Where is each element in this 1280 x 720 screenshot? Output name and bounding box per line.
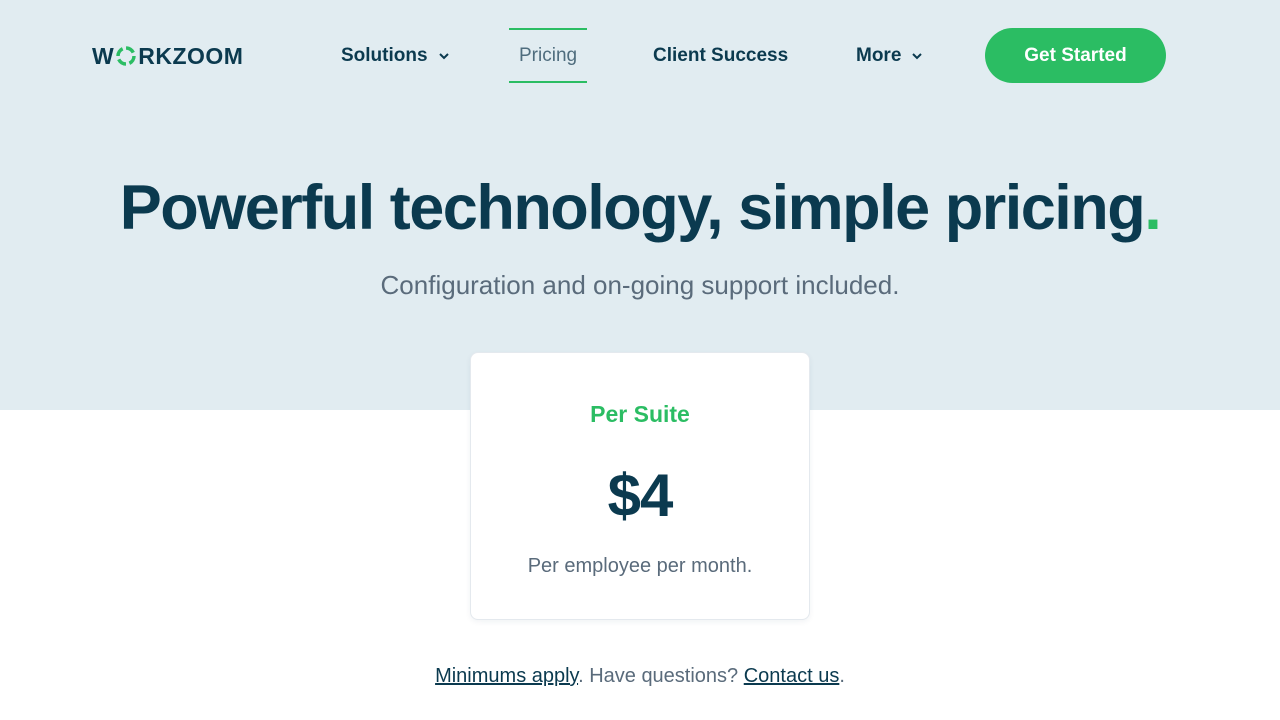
nav-pricing[interactable]: Pricing xyxy=(509,28,588,83)
nav-more-label: More xyxy=(856,44,902,66)
page-title: Powerful technology, simple pricing. xyxy=(0,172,1280,244)
contact-us-link[interactable]: Contact us xyxy=(744,665,840,687)
logo-text: RKZOOM xyxy=(138,42,244,69)
page-title-text: Powerful technology, simple pricing xyxy=(119,173,1146,243)
nav-client-success[interactable]: Client Success xyxy=(653,28,788,83)
pricing-footnote: Minimums apply. Have questions? Contact … xyxy=(0,665,1280,688)
pricing-card-note: Per employee per month. xyxy=(527,555,753,577)
pricing-card: Per Suite $4 Per employee per month. xyxy=(470,352,810,620)
nav-more[interactable]: More xyxy=(856,28,923,83)
footnote-period: . xyxy=(839,665,845,687)
page-subtitle: Configuration and on-going support inclu… xyxy=(380,270,900,300)
site-header: W RKZOOM Solutions Pricing Client Succes… xyxy=(0,0,1280,110)
pricing-card-title: Per Suite xyxy=(590,401,690,427)
get-started-button[interactable]: Get Started xyxy=(985,28,1166,83)
chevron-down-icon xyxy=(912,52,923,59)
footnote-text: . Have questions? xyxy=(578,665,744,687)
title-accent-dot: . xyxy=(1144,173,1162,243)
logo-letter: W xyxy=(92,42,115,69)
nav-solutions[interactable]: Solutions xyxy=(341,28,450,83)
nav-solutions-label: Solutions xyxy=(341,44,428,66)
swirl-o-icon xyxy=(116,46,136,66)
pricing-card-price: $4 xyxy=(607,462,674,529)
nav-pricing-label: Pricing xyxy=(519,44,578,66)
workzoom-logo[interactable]: W RKZOOM xyxy=(92,42,243,70)
minimums-apply-link[interactable]: Minimums apply xyxy=(435,665,578,687)
nav-client-success-label: Client Success xyxy=(653,44,789,66)
chevron-down-icon xyxy=(438,52,449,59)
